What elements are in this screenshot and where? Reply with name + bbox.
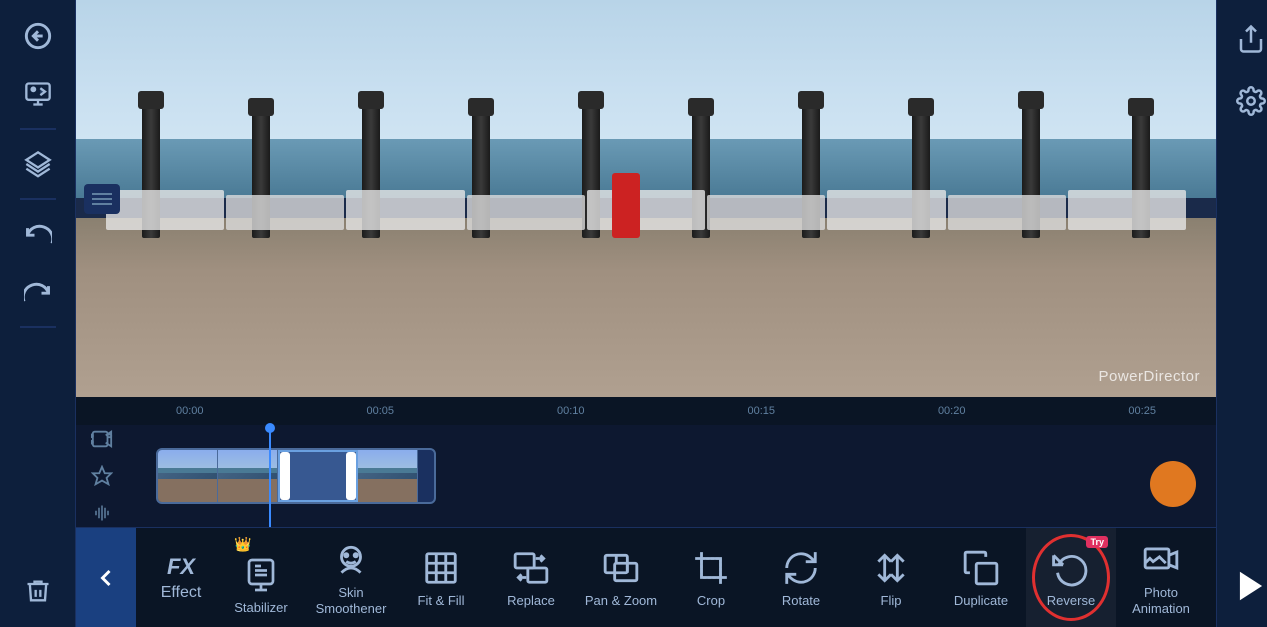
main-content: PowerDirector 00:00 00:05 00:10 00:15 00… (76, 0, 1216, 627)
track-icons (86, 425, 118, 527)
video-area: PowerDirector (76, 0, 1216, 397)
reverse-label: Reverse (1047, 593, 1095, 608)
ruler-mark-2: 00:10 (557, 405, 585, 417)
ruler-mark-4: 00:20 (938, 405, 966, 417)
duplicate-icon (960, 547, 1002, 589)
divider-1 (20, 128, 56, 130)
right-sidebar (1216, 0, 1267, 627)
skin-smoothener-icon (330, 539, 372, 581)
play-button[interactable] (1226, 561, 1267, 611)
divider-3 (20, 326, 56, 328)
layers-button[interactable] (12, 138, 64, 190)
video-preview: PowerDirector (76, 0, 1216, 397)
fx-label: Effect (161, 584, 202, 602)
track-audio-icon[interactable] (86, 498, 118, 527)
track-thumb-1 (158, 450, 218, 502)
trim-handle-right[interactable] (346, 452, 356, 500)
trim-handle-left[interactable] (280, 452, 290, 500)
toolbar-item-crop[interactable]: Crop (666, 528, 756, 627)
flip-icon (870, 547, 912, 589)
orange-indicator (1150, 461, 1196, 507)
ground-bg (76, 218, 1216, 397)
back-button[interactable] (12, 10, 64, 62)
selected-region[interactable] (278, 450, 358, 502)
person (612, 173, 640, 238)
pan-zoom-label: Pan & Zoom (585, 593, 657, 608)
toolbar-item-rotate[interactable]: Rotate (756, 528, 846, 627)
fx-icon: FX (167, 554, 195, 580)
left-sidebar (0, 0, 76, 627)
track-thumb-3 (358, 450, 418, 502)
settings-button[interactable] (1228, 78, 1267, 124)
menu-handle[interactable] (84, 184, 120, 214)
divider-2 (20, 198, 56, 200)
undo-button[interactable] (12, 208, 64, 260)
toolbar-item-reverse[interactable]: Try Reverse (1026, 528, 1116, 627)
timeline-cursor[interactable] (269, 425, 271, 527)
toolbar-item-duplicate[interactable]: Duplicate (936, 528, 1026, 627)
video-frame: PowerDirector (76, 0, 1216, 397)
flip-label: Flip (881, 593, 902, 608)
reverse-icon (1050, 547, 1092, 589)
ruler-mark-0: 00:00 (176, 405, 204, 417)
ruler-mark-1: 00:05 (366, 405, 394, 417)
track-effects-icon[interactable] (86, 462, 118, 491)
media-button[interactable] (12, 68, 64, 120)
skin-smoothener-label: SkinSmoothener (316, 585, 387, 616)
duplicate-label: Duplicate (954, 593, 1008, 608)
watermark: PowerDirector (1098, 368, 1200, 385)
stabilizer-icon (240, 554, 282, 596)
rotate-icon (780, 547, 822, 589)
toolbar-item-stabilizer[interactable]: 👑 Stabilizer (216, 528, 306, 627)
toolbar-item-pan-zoom[interactable]: Pan & Zoom (576, 528, 666, 627)
timeline-area: 00:00 00:05 00:10 00:15 00:20 00:25 (76, 397, 1216, 527)
toolbar-items: FX Effect 👑 Stabilizer (136, 528, 1216, 627)
stabilizer-label: Stabilizer (234, 600, 287, 615)
toolbar-item-replace[interactable]: Replace (486, 528, 576, 627)
fit-fill-icon (420, 547, 462, 589)
photo-animation-label: PhotoAnimation (1132, 585, 1190, 616)
toolbar-item-fx[interactable]: FX Effect (146, 528, 216, 627)
crop-icon (690, 547, 732, 589)
toolbar-back-button[interactable] (76, 528, 136, 627)
crop-label: Crop (697, 593, 725, 608)
share-button[interactable] (1228, 16, 1267, 62)
crown-icon-stabilizer: 👑 (234, 536, 251, 553)
timeline-tracks (76, 425, 1216, 527)
timeline-ruler: 00:00 00:05 00:10 00:15 00:20 00:25 (76, 397, 1216, 425)
try-badge: Try (1086, 536, 1108, 548)
toolbar-item-flip[interactable]: Flip (846, 528, 936, 627)
ruler-mark-3: 00:15 (747, 405, 775, 417)
pan-zoom-icon (600, 547, 642, 589)
toolbar-item-photo-animation[interactable]: PhotoAnimation (1116, 528, 1206, 627)
rotate-label: Rotate (782, 593, 820, 608)
replace-icon (510, 547, 552, 589)
redo-button[interactable] (12, 266, 64, 318)
track-video-icon[interactable] (86, 425, 118, 454)
replace-label: Replace (507, 593, 555, 608)
toolbar-item-skin-smoothener[interactable]: SkinSmoothener (306, 528, 396, 627)
ruler-marks: 00:00 00:05 00:10 00:15 00:20 00:25 (176, 405, 1156, 417)
bottom-toolbar: FX Effect 👑 Stabilizer (76, 527, 1216, 627)
delete-button[interactable] (12, 565, 64, 617)
fit-fill-label: Fit & Fill (418, 593, 465, 608)
ruler-mark-5: 00:25 (1128, 405, 1156, 417)
toolbar-item-fit-fill[interactable]: Fit & Fill (396, 528, 486, 627)
video-track[interactable] (156, 448, 436, 504)
photo-animation-icon (1140, 539, 1182, 581)
